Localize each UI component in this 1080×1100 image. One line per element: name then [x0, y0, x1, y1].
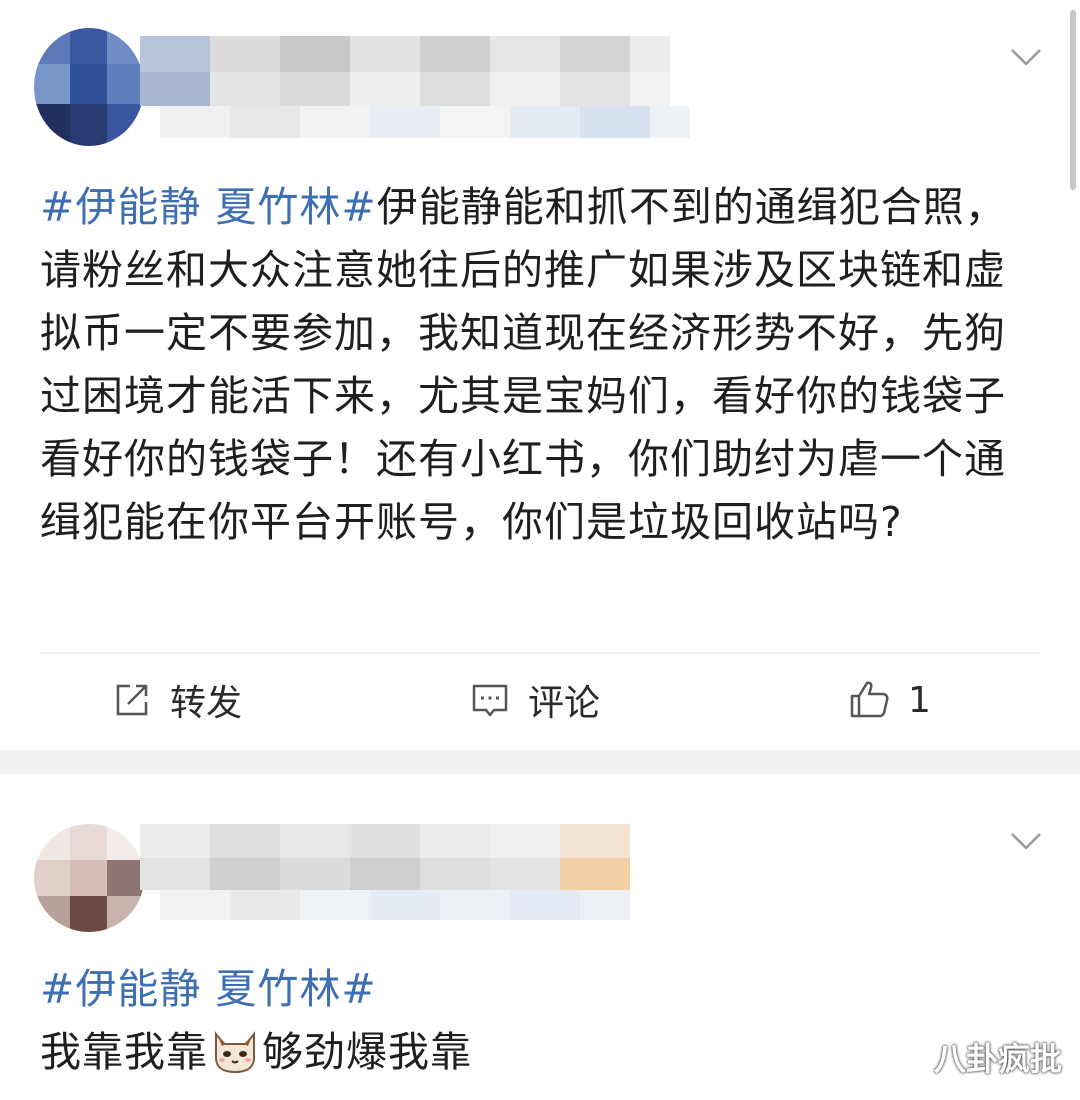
blurred-user-info: [140, 824, 640, 924]
like-button[interactable]: 1: [848, 660, 931, 740]
share-edit-icon: [110, 678, 154, 722]
hashtag-link[interactable]: #伊能静 夏竹林#: [40, 965, 377, 1013]
watermark: 八卦疯批: [933, 1040, 1062, 1078]
chevron-down-icon[interactable]: [1006, 36, 1046, 76]
chevron-down-icon[interactable]: [1006, 820, 1046, 860]
post-text: 伊能静能和抓不到的通缉犯合照，请粉丝和大众注意她往后的推广如果涉及区块链和虚拟币…: [40, 183, 1007, 546]
action-bar-divider: [40, 652, 1040, 654]
post-card-1: #伊能静 夏竹林#伊能静能和抓不到的通缉犯合照，请粉丝和大众注意她往后的推广如果…: [0, 0, 1080, 750]
post-body: #伊能静 夏竹林#伊能静能和抓不到的通缉犯合照，请粉丝和大众注意她往后的推广如果…: [40, 176, 1040, 554]
repost-label: 转发: [170, 683, 243, 724]
thumbs-up-icon: [848, 678, 892, 722]
comment-button[interactable]: 评论: [468, 660, 600, 740]
post-separator: [0, 750, 1080, 774]
action-bar: 转发 评论 1: [0, 660, 1080, 740]
avatar[interactable]: [34, 824, 144, 932]
comment-label: 评论: [528, 683, 601, 724]
blurred-user-info: [140, 30, 700, 142]
post-text: 我靠我靠: [40, 1028, 208, 1076]
like-count: 1: [908, 679, 931, 721]
avatar[interactable]: [34, 28, 144, 146]
repost-button[interactable]: 转发: [110, 660, 242, 740]
comment-icon: [468, 678, 512, 722]
cat-face-emoji: [210, 1024, 260, 1074]
scrollbar[interactable]: [1070, 10, 1076, 190]
post-text-continued: 够劲爆我靠: [262, 1028, 472, 1076]
post-card-2: #伊能静 夏竹林# 我靠我靠 够劲爆我靠 八卦疯批: [0, 774, 1080, 1100]
hashtag-link[interactable]: #伊能静 夏竹林#: [40, 183, 377, 231]
post-body: #伊能静 夏竹林# 我靠我靠 够劲爆我靠: [40, 958, 1040, 1084]
